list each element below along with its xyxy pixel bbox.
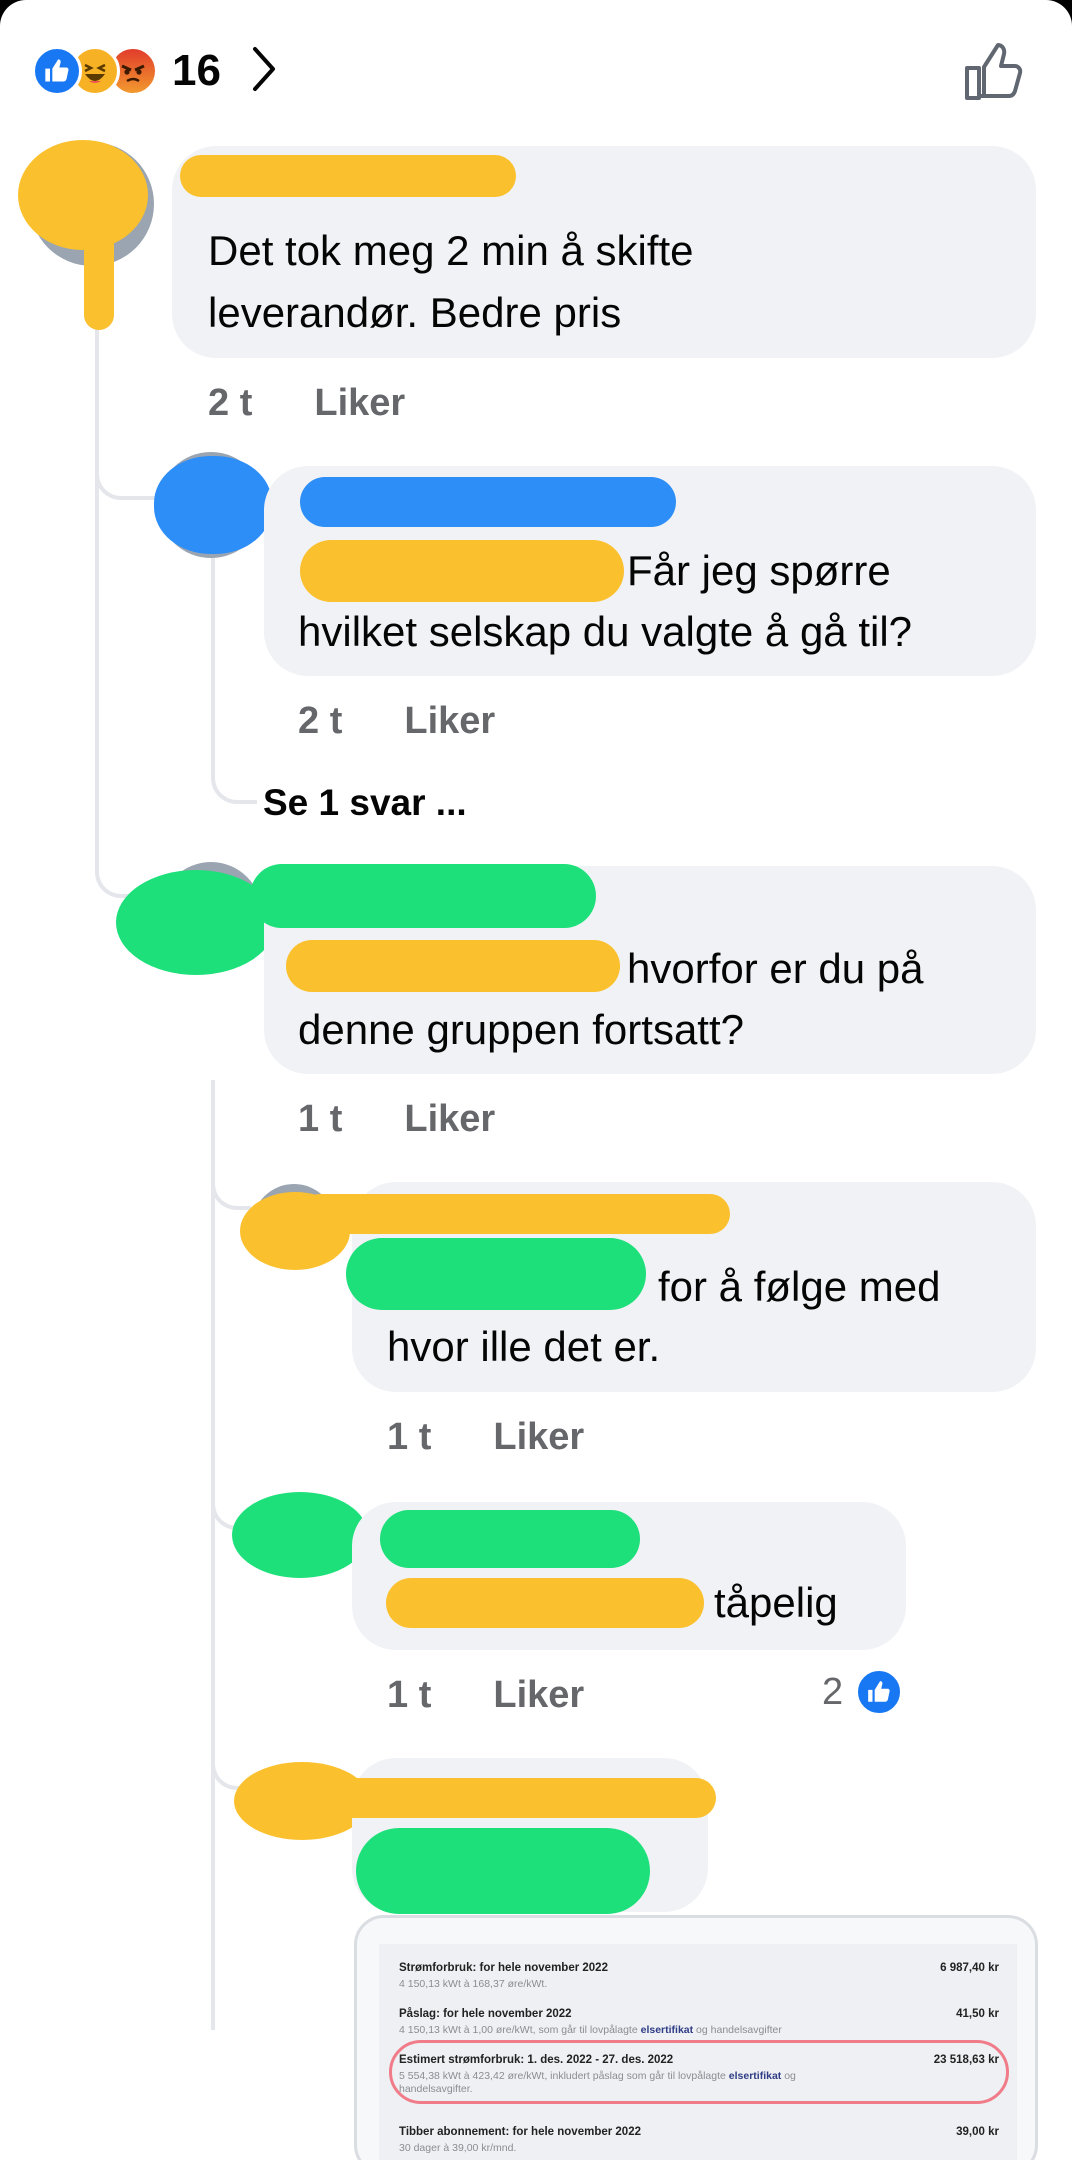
redaction-scribble — [84, 230, 114, 330]
comment-time: 1 t — [298, 1098, 343, 1140]
like-button[interactable]: Liker — [493, 1416, 584, 1459]
comment-meta: 1 t Liker — [387, 1416, 584, 1459]
redaction-scribble — [380, 1510, 640, 1568]
highlight-circle — [389, 2040, 1009, 2104]
thumbs-up-outline-icon[interactable] — [962, 40, 1026, 104]
like-button[interactable]: Liker — [404, 1098, 495, 1141]
redaction-scribble — [18, 140, 148, 250]
comment-text: Det tok meg 2 min å skifte leverandør. Be… — [208, 227, 694, 336]
redaction-scribble — [386, 1578, 704, 1628]
comment-time: 1 t — [387, 1674, 432, 1716]
comment-reaction-count: 2 — [822, 1670, 844, 1713]
reaction-summary[interactable]: 16 — [32, 42, 279, 100]
redaction-scribble — [290, 1778, 716, 1818]
thread-connector — [211, 1140, 251, 1210]
comment-text: hvorfor er du på — [627, 945, 924, 992]
attached-image[interactable]: Strømforbruk: for hele november 2022 6 9… — [354, 1915, 1038, 2160]
redaction-scribble — [286, 940, 620, 992]
chevron-right-icon[interactable] — [249, 45, 279, 98]
redaction-scribble — [356, 1828, 650, 1914]
comment-text: Får jeg spørre — [627, 547, 891, 594]
like-button[interactable]: Liker — [404, 700, 495, 743]
redaction-scribble — [250, 864, 596, 928]
redaction-scribble — [154, 456, 272, 554]
comment-meta: 2 t Liker — [208, 382, 405, 425]
thread-connector — [211, 760, 257, 804]
comment-meta: 2 t Liker — [298, 700, 495, 743]
invoice-screenshot: Strømforbruk: for hele november 2022 6 9… — [379, 1944, 1017, 2160]
redaction-scribble — [300, 477, 676, 527]
comment-meta: 1 t Liker — [387, 1674, 584, 1717]
redaction-scribble — [180, 155, 516, 197]
comment-text: for å følge med — [658, 1263, 941, 1310]
comment-text: hvilket selskap du valgte å gå til? — [298, 608, 913, 655]
comment-time: 2 t — [208, 382, 253, 424]
thread-line — [211, 1080, 215, 2030]
like-reaction-icon — [32, 46, 82, 96]
thread-connector — [95, 420, 159, 500]
thread-line — [95, 262, 99, 862]
reaction-count: 16 — [172, 46, 221, 95]
like-button[interactable]: Liker — [493, 1674, 584, 1717]
comment-meta: 1 t Liker — [298, 1098, 495, 1141]
see-replies-link[interactable]: Se 1 svar ... — [263, 782, 467, 824]
like-reaction-icon — [855, 1668, 904, 1716]
like-button[interactable]: Liker — [314, 382, 405, 425]
thread-line — [211, 545, 215, 780]
redaction-scribble — [300, 1194, 730, 1234]
redaction-scribble — [346, 1238, 646, 1310]
comment-text: hvor ille det er. — [387, 1323, 661, 1370]
comment-time: 1 t — [387, 1416, 432, 1458]
comment-reactions[interactable]: 2 — [822, 1668, 904, 1716]
comments-sheet: 16 Det tok meg 2 min å skifte leverandør.… — [0, 0, 1072, 2160]
redaction-scribble — [300, 540, 624, 602]
comment-text: tåpelig — [714, 1579, 838, 1626]
redaction-scribble — [232, 1492, 368, 1578]
comment-time: 2 t — [298, 700, 343, 742]
comment-text: denne gruppen fortsatt? — [298, 1006, 745, 1053]
